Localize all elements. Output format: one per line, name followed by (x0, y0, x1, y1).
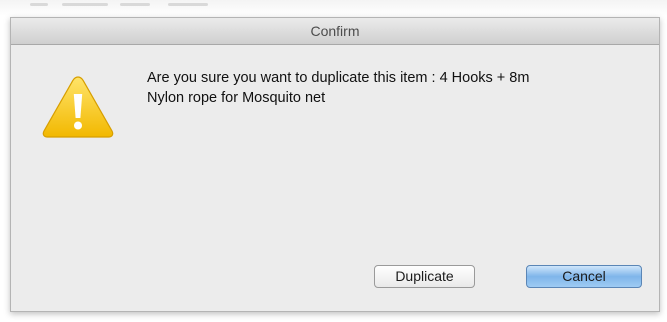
message-line-2: Nylon rope for Mosquito net (147, 90, 326, 106)
warning-icon (42, 76, 114, 138)
background-text-fragment (62, 3, 108, 6)
background-window-strip (0, 0, 667, 16)
background-text-fragment (168, 3, 208, 6)
message-line-1: Are you sure you want to duplicate this … (147, 70, 530, 86)
screen: Confirm Are you sure you want to duplica… (0, 0, 667, 322)
confirm-dialog: Confirm Are you sure you want to duplica… (10, 17, 660, 312)
cancel-button[interactable]: Cancel (526, 265, 642, 288)
duplicate-button[interactable]: Duplicate (374, 265, 475, 288)
confirmation-message: Are you sure you want to duplicate this … (147, 68, 647, 108)
background-text-fragment (30, 3, 48, 6)
background-text-fragment (120, 3, 150, 6)
dialog-title: Confirm (11, 18, 659, 45)
